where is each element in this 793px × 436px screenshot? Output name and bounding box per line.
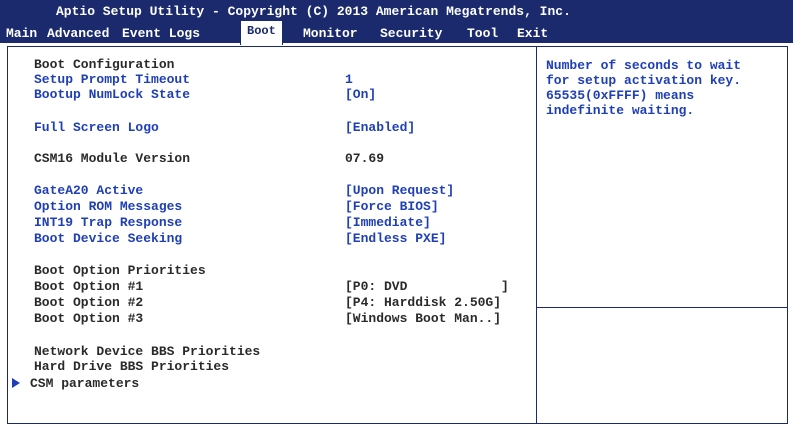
csm16-version-label: CSM16 Module Version <box>34 151 191 166</box>
tab-tool[interactable]: Tool <box>467 26 498 41</box>
menu-bar: Main Advanced Event Logs Boot Monitor Se… <box>0 20 793 45</box>
tab-monitor[interactable]: Monitor <box>303 26 358 41</box>
panel-divider <box>536 46 537 424</box>
boot-configuration-heading: Boot Configuration <box>34 57 175 72</box>
boot-option-2-label: Boot Option #2 <box>34 295 144 310</box>
csm-parameters-item[interactable]: CSM parameters <box>0 376 520 436</box>
help-divider <box>537 307 788 308</box>
app-title: Aptio Setup Utility - Copyright (C) 2013… <box>56 4 571 19</box>
submenu-arrow-icon <box>12 378 20 388</box>
int19-label: INT19 Trap Response <box>34 215 183 230</box>
setup-prompt-timeout-label: Setup Prompt Timeout <box>34 72 191 87</box>
tab-boot[interactable]: Boot <box>240 20 283 45</box>
boot-option-3-value[interactable]: [Windows Boot Man..] <box>345 311 501 326</box>
gatea20-value[interactable]: [Upon Request] <box>345 183 454 198</box>
boot-device-seeking-label: Boot Device Seeking <box>34 231 183 246</box>
tab-exit[interactable]: Exit <box>517 26 548 41</box>
bootup-numlock-label: Bootup NumLock State <box>34 87 191 102</box>
bootup-numlock-value[interactable]: [On] <box>345 87 376 102</box>
tab-event-logs[interactable]: Event Logs <box>122 26 200 41</box>
boot-option-priorities-heading: Boot Option Priorities <box>34 263 206 278</box>
tab-advanced[interactable]: Advanced <box>47 26 109 41</box>
gatea20-label: GateA20 Active <box>34 183 144 198</box>
tab-main[interactable]: Main <box>6 26 37 41</box>
network-bbs-priorities-item[interactable]: Network Device BBS Priorities <box>34 344 260 359</box>
title-bar: Aptio Setup Utility - Copyright (C) 2013… <box>0 0 793 22</box>
full-screen-logo-label: Full Screen Logo <box>34 120 159 135</box>
int19-value[interactable]: [Immediate] <box>345 215 431 230</box>
boot-option-3-label: Boot Option #3 <box>34 311 144 326</box>
tab-security[interactable]: Security <box>380 26 442 41</box>
full-screen-logo-value[interactable]: [Enabled] <box>345 120 415 135</box>
setup-prompt-timeout-value[interactable]: 1 <box>345 72 353 87</box>
csm16-version-value: 07.69 <box>345 151 385 166</box>
csm-parameters-label: CSM parameters <box>30 376 140 391</box>
option-rom-value[interactable]: [Force BIOS] <box>345 199 439 214</box>
hdd-bbs-priorities-item[interactable]: Hard Drive BBS Priorities <box>34 359 229 374</box>
option-rom-label: Option ROM Messages <box>34 199 183 214</box>
boot-option-2-value[interactable]: [P4: Harddisk 2.50G] <box>345 295 501 310</box>
boot-option-1-label: Boot Option #1 <box>34 279 144 294</box>
help-text: Number of seconds to wait for setup acti… <box>546 58 742 118</box>
boot-device-seeking-value[interactable]: [Endless PXE] <box>345 231 446 246</box>
boot-option-1-value[interactable]: [P0: DVD ] <box>345 279 509 294</box>
